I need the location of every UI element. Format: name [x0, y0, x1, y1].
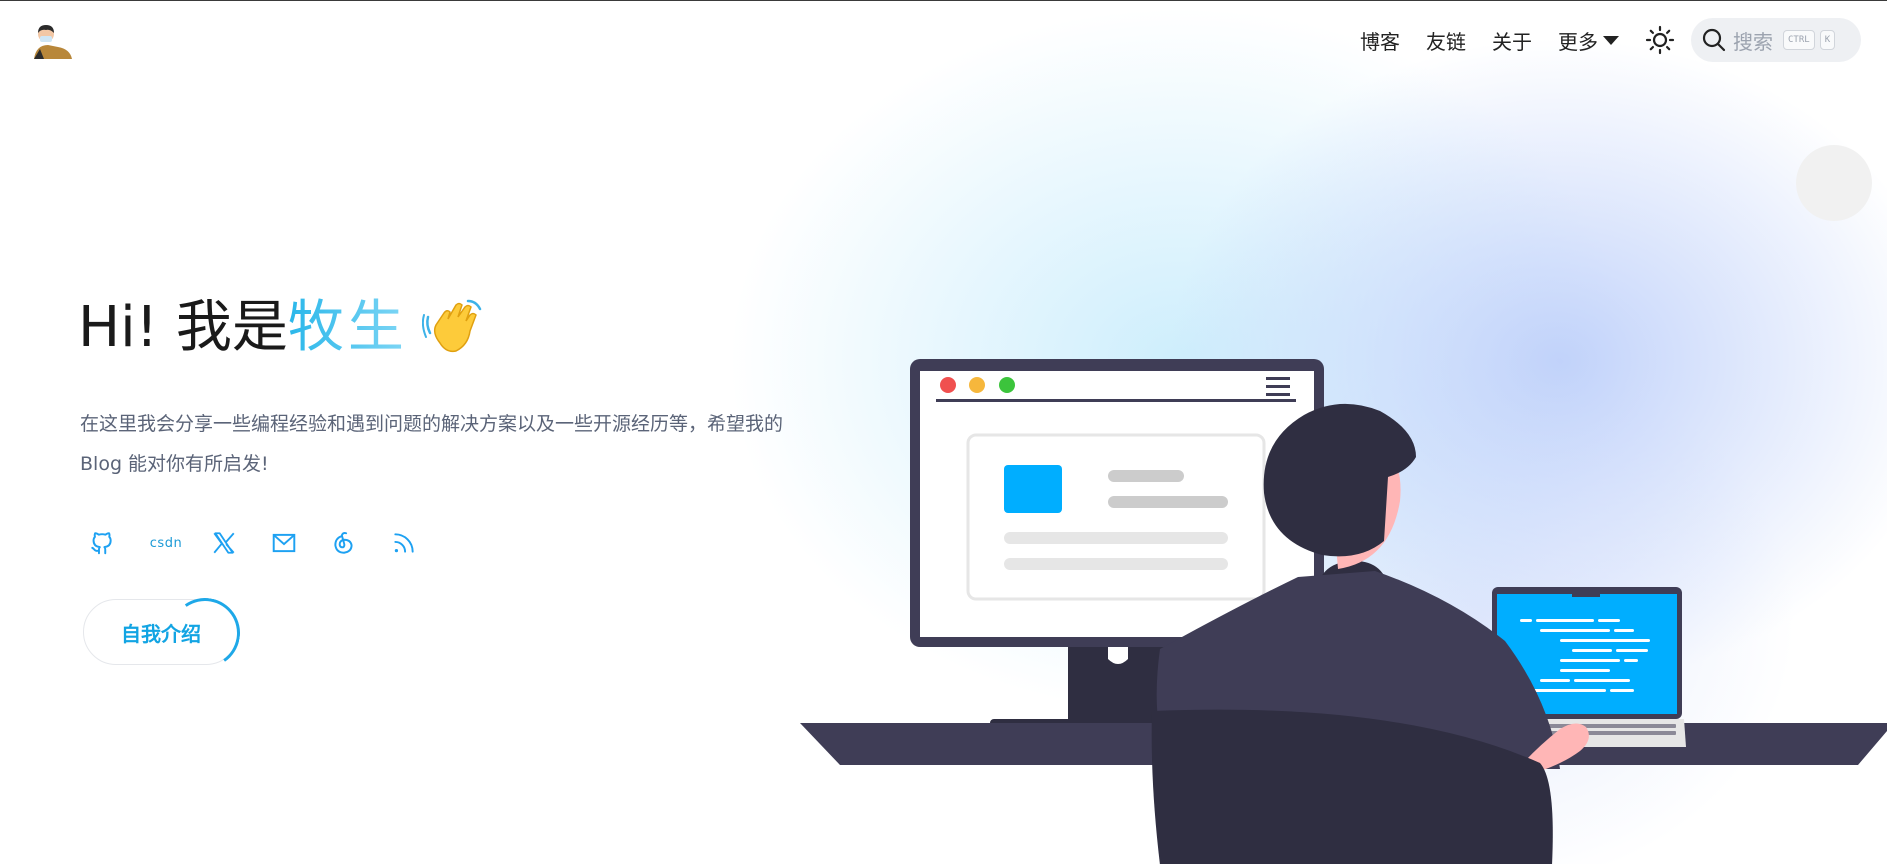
laptop-keys: [1506, 724, 1676, 735]
csdn-link[interactable]: csdn: [146, 527, 186, 559]
github-icon: [91, 532, 112, 555]
sun-theme-icon[interactable]: [1645, 25, 1675, 55]
netease-music-link[interactable]: [328, 527, 360, 559]
person-hair: [1263, 403, 1416, 557]
window-minimize-dot: [969, 377, 985, 393]
rss-link[interactable]: [388, 527, 420, 559]
desk: [800, 723, 1887, 765]
laptop-camera: [1572, 591, 1600, 597]
person-neck-shadow: [1316, 561, 1398, 625]
hero-name: 牧生: [288, 291, 408, 365]
mail-icon: [272, 533, 296, 553]
card-image-block: [1004, 465, 1062, 513]
card-line-3: [1004, 532, 1228, 544]
nav-item-label: 博客: [1360, 29, 1400, 54]
avatar-logo[interactable]: [30, 23, 74, 61]
card-line-1: [1108, 470, 1184, 482]
chevron-down-icon: [1603, 35, 1619, 45]
laptop-keyboard-base: [1496, 719, 1686, 747]
csdn-icon: csdn: [149, 535, 183, 551]
waving-hand-icon: [421, 299, 482, 353]
card-line-2: [1108, 496, 1228, 508]
nav-item-label: 关于: [1492, 29, 1532, 54]
self-intro-button[interactable]: 自我介绍: [83, 592, 246, 674]
nav-item-friends[interactable]: 友链: [1426, 26, 1466, 55]
shortcut-key-k: K: [1819, 30, 1836, 50]
window-maximize-dot: [999, 377, 1015, 393]
person-torso: [1156, 571, 1560, 769]
search-box[interactable]: 搜索 CTRL K: [1691, 18, 1861, 62]
top-nav-bar: 博客 友链 关于 更多 搜索 CTRL K: [0, 1, 1887, 79]
hamburger-line-1: [1266, 377, 1290, 380]
stand-notch: [1108, 647, 1128, 664]
hamburger-line-2: [1266, 385, 1290, 388]
nav-item-blog[interactable]: 博客: [1360, 26, 1400, 55]
hero-title: Hi! 我是 牧生: [78, 291, 484, 365]
nav-item-label: 更多: [1558, 29, 1598, 54]
hero-description: 在这里我会分享一些编程经验和遇到问题的解决方案以及一些开源经历等，希望我的 Bl…: [80, 413, 784, 475]
rss-icon: [394, 533, 414, 553]
browser-toolbar-line: [936, 399, 1296, 402]
self-intro-button-label: 自我介绍: [121, 621, 201, 646]
github-link[interactable]: [86, 527, 118, 559]
main-nav: 博客 友链 关于 更多 搜索 CTRL K: [1360, 18, 1861, 62]
monitor-frame: [910, 359, 1324, 647]
mail-link[interactable]: [268, 527, 300, 559]
search-placeholder: 搜索: [1733, 29, 1773, 54]
hero-greeting: Hi! 我是: [78, 295, 288, 360]
monitor-base: [990, 719, 1240, 745]
shortcut-key-ctrl: CTRL: [1783, 30, 1815, 50]
chair: [1151, 709, 1553, 864]
floating-circle-decoration: [1796, 145, 1872, 221]
nav-item-about[interactable]: 关于: [1492, 26, 1532, 55]
nav-item-label: 友链: [1426, 29, 1466, 54]
page: 博客 友链 关于 更多 搜索 CTRL K Hi! 我是 牧生 在这里我会分享一…: [0, 0, 1887, 864]
hamburger-line-3: [1266, 393, 1290, 396]
content-card: [966, 433, 1266, 601]
laptop-code-lines: [1520, 619, 1650, 692]
window-close-dot: [940, 377, 956, 393]
monitor-screen: [920, 371, 1314, 637]
x-icon: [213, 532, 235, 554]
person-face: [1330, 441, 1401, 569]
search-icon: [1702, 28, 1726, 52]
monitor-stand: [1068, 647, 1166, 721]
netease-music-icon: [334, 532, 353, 554]
nav-item-more-dropdown[interactable]: 更多: [1558, 26, 1619, 55]
laptop-screen: [1497, 594, 1677, 714]
x-link[interactable]: [208, 527, 240, 559]
card-line-4: [1004, 558, 1228, 570]
person-hand: [1525, 723, 1589, 771]
laptop-frame: [1492, 587, 1682, 719]
social-links: csdn: [86, 527, 448, 559]
